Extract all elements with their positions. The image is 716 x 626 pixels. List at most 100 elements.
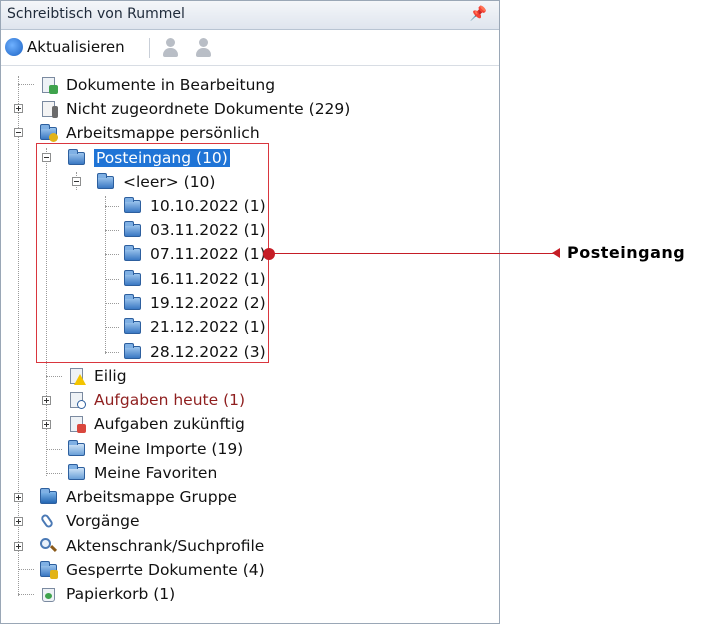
tree-line xyxy=(46,376,62,377)
tree-item-date[interactable]: 07.11.2022 (1) xyxy=(123,243,266,265)
tree-item-label: Arbeitsmappe Gruppe xyxy=(66,488,237,506)
tree-item-meine-favoriten[interactable]: Meine Favoriten xyxy=(67,462,217,484)
urgent-icon xyxy=(67,367,86,385)
tree-item-label: 21.12.2022 (1) xyxy=(150,318,266,336)
collapse-toggle[interactable] xyxy=(14,128,23,137)
tree-item-label: Nicht zugeordnete Dokumente (229) xyxy=(66,100,351,118)
collapse-toggle[interactable] xyxy=(42,153,51,162)
tree-item-label: Papierkorb (1) xyxy=(66,585,176,603)
folder-icon xyxy=(123,343,142,361)
tree-line xyxy=(18,569,34,570)
tree-item-date[interactable]: 03.11.2022 (1) xyxy=(123,219,266,241)
tree-item-label: Meine Importe (19) xyxy=(94,440,244,458)
tree-item-label: Aufgaben heute (1) xyxy=(94,391,246,409)
tree-item-label: Arbeitsmappe persönlich xyxy=(66,124,260,142)
tasks-future-icon xyxy=(67,415,86,433)
tree-item-label: 16.11.2022 (1) xyxy=(150,270,266,288)
tree-item-aktenschrank-suchprofile[interactable]: Aktenschrank/Suchprofile xyxy=(39,535,264,557)
tree-item-arbeitsmappe-gruppe[interactable]: Arbeitsmappe Gruppe xyxy=(39,486,237,508)
tree-item-aufgaben-heute[interactable]: Aufgaben heute (1) xyxy=(67,389,245,411)
tree-item-label: Aktenschrank/Suchprofile xyxy=(66,537,265,555)
tree-item-date[interactable]: 28.12.2022 (3) xyxy=(123,341,266,363)
tree-item-date[interactable]: 10.10.2022 (1) xyxy=(123,195,266,217)
callout-dot xyxy=(263,248,275,260)
folder-icon xyxy=(96,173,115,191)
tree-item-date[interactable]: 16.11.2022 (1) xyxy=(123,268,266,290)
tree-item-meine-importe[interactable]: Meine Importe (19) xyxy=(67,438,243,460)
tree-item-aufgaben-zukuenftig[interactable]: Aufgaben zukünftig xyxy=(67,413,245,435)
folder-icon xyxy=(123,197,142,215)
refresh-label: Aktualisieren xyxy=(27,38,125,56)
user-icon[interactable] xyxy=(161,38,179,58)
tree-item-label: 07.11.2022 (1) xyxy=(150,245,266,263)
recycle-bin-icon xyxy=(39,585,58,603)
expand-toggle[interactable] xyxy=(42,420,51,429)
search-profile-icon xyxy=(39,537,58,555)
refresh-button[interactable]: Aktualisieren xyxy=(5,35,125,59)
tree-line xyxy=(105,254,119,255)
tree-item-label: Vorgänge xyxy=(66,512,140,530)
expand-toggle[interactable] xyxy=(14,104,23,113)
folder-icon xyxy=(123,245,142,263)
tree-line xyxy=(105,327,119,328)
tree-item-date[interactable]: 21.12.2022 (1) xyxy=(123,316,266,338)
tree-item-label: Aufgaben zukünftig xyxy=(94,415,245,433)
tree-line xyxy=(105,352,119,353)
desk-panel: Schreibtisch von Rummel 📌 Aktualisieren xyxy=(0,0,500,624)
folder-icon xyxy=(123,294,142,312)
tree-item-label: 10.10.2022 (1) xyxy=(150,197,266,215)
locked-icon xyxy=(39,561,58,579)
collapse-toggle[interactable] xyxy=(72,177,81,186)
callout-label: Posteingang xyxy=(567,243,686,262)
tree-line xyxy=(18,594,34,595)
tree-line xyxy=(105,303,119,304)
unassigned-icon xyxy=(39,100,58,118)
tree-item-label: Gesperrte Dokumente (4) xyxy=(66,561,265,579)
tree-item-arbeitsmappe-persoenlich[interactable]: Arbeitsmappe persönlich xyxy=(39,122,260,144)
imports-icon xyxy=(67,440,86,458)
expand-toggle[interactable] xyxy=(14,517,23,526)
expand-toggle[interactable] xyxy=(14,542,23,551)
tree-item-eilig[interactable]: Eilig xyxy=(67,365,127,387)
tree-item-label: 03.11.2022 (1) xyxy=(150,221,266,239)
expand-toggle[interactable] xyxy=(14,493,23,502)
desk-tree: Dokumente in Bearbeitung Nicht zugeordne… xyxy=(1,65,499,624)
tree-item-label: Posteingang (10) xyxy=(94,149,230,167)
personal-folder-icon xyxy=(39,124,58,142)
favorites-icon xyxy=(67,464,86,482)
user-add-icon[interactable] xyxy=(194,38,212,58)
folder-icon xyxy=(123,318,142,336)
expand-toggle[interactable] xyxy=(42,396,51,405)
callout-arrow-icon xyxy=(552,248,560,258)
tree-item-label: Dokumente in Bearbeitung xyxy=(66,76,276,94)
callout-line xyxy=(274,253,554,254)
toolbar: Aktualisieren xyxy=(1,30,499,64)
tree-item-label: <leer> (10) xyxy=(123,173,216,191)
folder-icon xyxy=(123,270,142,288)
pin-icon[interactable]: 📌 xyxy=(470,6,487,22)
panel-title: Schreibtisch von Rummel xyxy=(7,6,185,22)
tree-item-label: Eilig xyxy=(94,367,127,385)
tree-line xyxy=(46,473,62,474)
tree-line xyxy=(46,449,62,450)
tree-line xyxy=(105,230,119,231)
tree-line xyxy=(105,196,106,354)
tree-item-label: 28.12.2022 (3) xyxy=(150,343,266,361)
refresh-icon xyxy=(5,38,23,56)
tree-item-date[interactable]: 19.12.2022 (2) xyxy=(123,292,266,314)
tree-item-dokumente-in-bearbeitung[interactable]: Dokumente in Bearbeitung xyxy=(39,74,275,96)
tree-item-nicht-zugeordnete-dokumente[interactable]: Nicht zugeordnete Dokumente (229) xyxy=(39,98,350,120)
tree-line xyxy=(105,206,119,207)
folder-icon xyxy=(67,149,86,167)
tree-item-vorgaenge[interactable]: Vorgänge xyxy=(39,510,140,532)
tree-item-leer[interactable]: <leer> (10) xyxy=(96,171,215,193)
tree-line xyxy=(105,279,119,280)
tree-item-papierkorb[interactable]: Papierkorb (1) xyxy=(39,583,175,605)
toolbar-separator xyxy=(149,38,150,58)
tree-item-posteingang[interactable]: Posteingang (10) xyxy=(67,147,230,169)
folder-icon xyxy=(123,221,142,239)
tree-item-gesperrte-dokumente[interactable]: Gesperrte Dokumente (4) xyxy=(39,559,265,581)
paperclip-icon xyxy=(39,512,58,530)
tree-item-label: 19.12.2022 (2) xyxy=(150,294,266,312)
document-edit-icon xyxy=(39,76,58,94)
